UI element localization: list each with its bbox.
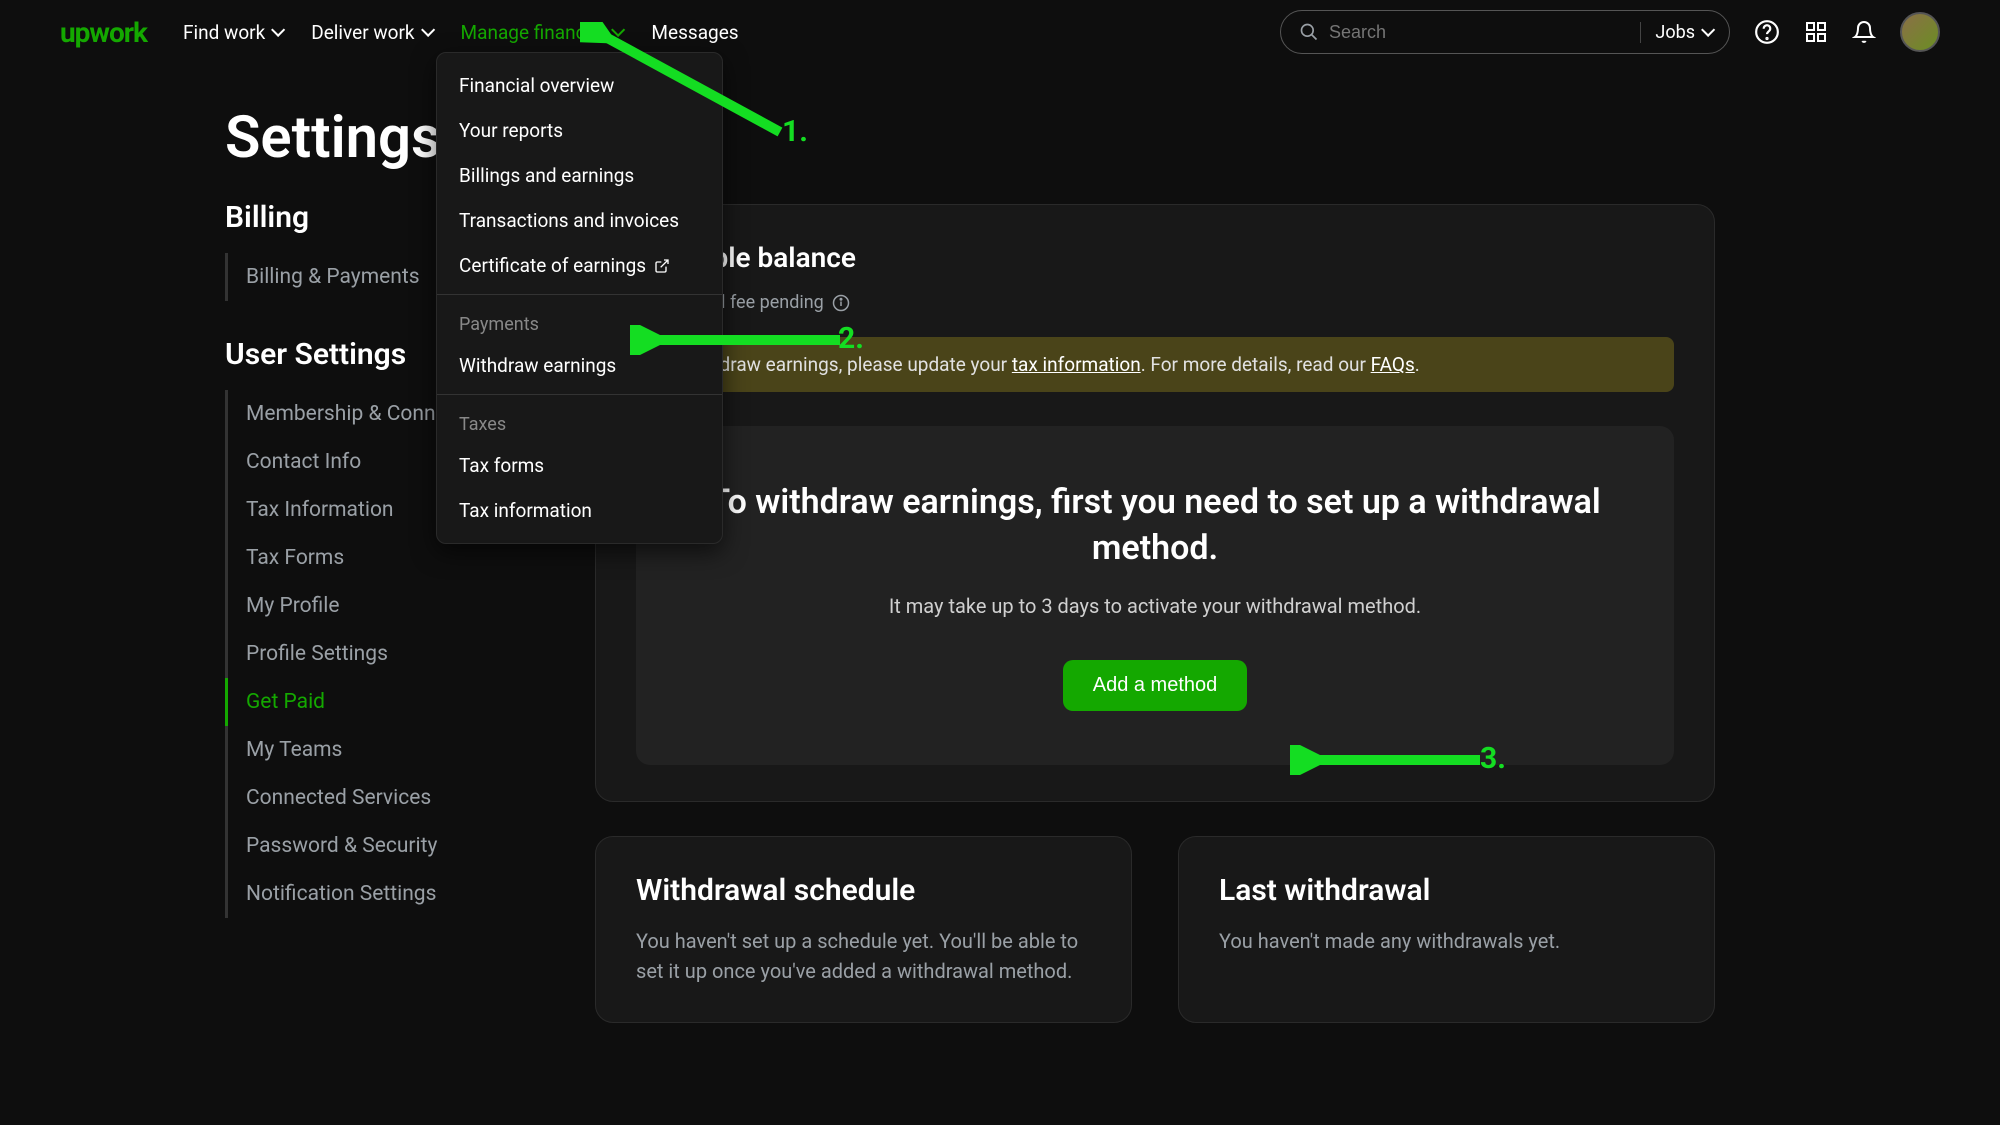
tax-alert: To withdraw earnings, please update your… [636, 337, 1674, 392]
withdrawal-schedule-card: Withdrawal schedule You haven't set up a… [595, 836, 1132, 1023]
dropdown-withdraw-earnings[interactable]: Withdraw earnings [437, 343, 722, 388]
header-right: Jobs [1280, 10, 1940, 54]
add-method-button[interactable]: Add a method [1063, 660, 1248, 711]
balance-title: Available balance [636, 241, 1674, 274]
last-withdrawal-card: Last withdrawal You haven't made any wit… [1178, 836, 1715, 1023]
info-icon[interactable] [832, 294, 850, 312]
search-box[interactable]: Jobs [1280, 10, 1730, 54]
manage-finances-dropdown: Financial overview Your reports Billings… [436, 52, 723, 544]
brand-logo[interactable]: upwork [60, 16, 147, 49]
nav-deliver-work[interactable]: Deliver work [311, 21, 430, 44]
nav-find-work[interactable]: Find work [183, 21, 281, 44]
search-icon [1299, 22, 1319, 42]
dropdown-your-reports[interactable]: Your reports [437, 108, 722, 153]
external-link-icon [654, 258, 670, 274]
main-nav: Find work Deliver work Manage finances M… [183, 21, 739, 44]
nav-messages[interactable]: Messages [651, 21, 738, 44]
nav-manage-finances[interactable]: Manage finances [461, 21, 622, 44]
dropdown-label: Certificate of earnings [459, 254, 646, 277]
content: Available balance Withdrawal fee pending… [595, 104, 1715, 1057]
alert-text: . [1415, 353, 1420, 376]
filter-label: Jobs [1655, 22, 1695, 43]
nav-label: Manage finances [461, 21, 606, 44]
divider [437, 394, 722, 395]
chevron-down-icon [611, 23, 625, 37]
sidebar-item-profile-settings[interactable]: Profile Settings [225, 630, 515, 678]
chevron-down-icon [271, 23, 285, 37]
avatar[interactable] [1900, 12, 1940, 52]
help-icon[interactable] [1754, 19, 1780, 45]
schedule-text: You haven't set up a schedule yet. You'l… [636, 926, 1091, 986]
setup-sub: It may take up to 3 days to activate you… [676, 594, 1634, 618]
dropdown-header-taxes: Taxes [437, 401, 722, 443]
top-nav: upwork Find work Deliver work Manage fin… [0, 0, 2000, 64]
alert-text: . For more details, read our [1141, 353, 1371, 376]
chevron-down-icon [1701, 23, 1715, 37]
last-text: You haven't made any withdrawals yet. [1219, 926, 1674, 956]
sidebar-item-get-paid[interactable]: Get Paid [225, 678, 515, 726]
faqs-link[interactable]: FAQs [1371, 353, 1415, 376]
sidebar-item-my-profile[interactable]: My Profile [225, 582, 515, 630]
nav-label: Deliver work [311, 21, 414, 44]
two-column-cards: Withdrawal schedule You haven't set up a… [595, 836, 1715, 1057]
divider [437, 294, 722, 295]
dropdown-tax-forms[interactable]: Tax forms [437, 443, 722, 488]
balance-card: Available balance Withdrawal fee pending… [595, 204, 1715, 802]
main-layout: Settings Billing Billing & Payments User… [0, 64, 2000, 1057]
last-title: Last withdrawal [1219, 873, 1674, 908]
dropdown-header-payments: Payments [437, 301, 722, 343]
schedule-title: Withdrawal schedule [636, 873, 1091, 908]
dropdown-financial-overview[interactable]: Financial overview [437, 63, 722, 108]
sidebar-item-my-teams[interactable]: My Teams [225, 726, 515, 774]
search-input[interactable] [1329, 22, 1640, 43]
tax-info-link[interactable]: tax information [1012, 353, 1141, 376]
balance-sub: Withdrawal fee pending [636, 292, 1674, 313]
setup-method-card: To withdraw earnings, first you need to … [636, 426, 1674, 765]
setup-title: To withdraw earnings, first you need to … [676, 480, 1634, 572]
sidebar-item-password-security[interactable]: Password & Security [225, 822, 515, 870]
sidebar-item-notification-settings[interactable]: Notification Settings [225, 870, 515, 918]
dropdown-transactions-invoices[interactable]: Transactions and invoices [437, 198, 722, 243]
bell-icon[interactable] [1852, 20, 1876, 44]
nav-label: Messages [651, 21, 738, 44]
sidebar-item-connected-services[interactable]: Connected Services [225, 774, 515, 822]
search-filter[interactable]: Jobs [1640, 22, 1711, 43]
dropdown-tax-information[interactable]: Tax information [437, 488, 722, 533]
chevron-down-icon [421, 23, 435, 37]
apps-grid-icon[interactable] [1804, 20, 1828, 44]
dropdown-certificate-earnings[interactable]: Certificate of earnings [437, 243, 722, 288]
dropdown-billings-earnings[interactable]: Billings and earnings [437, 153, 722, 198]
nav-label: Find work [183, 21, 265, 44]
